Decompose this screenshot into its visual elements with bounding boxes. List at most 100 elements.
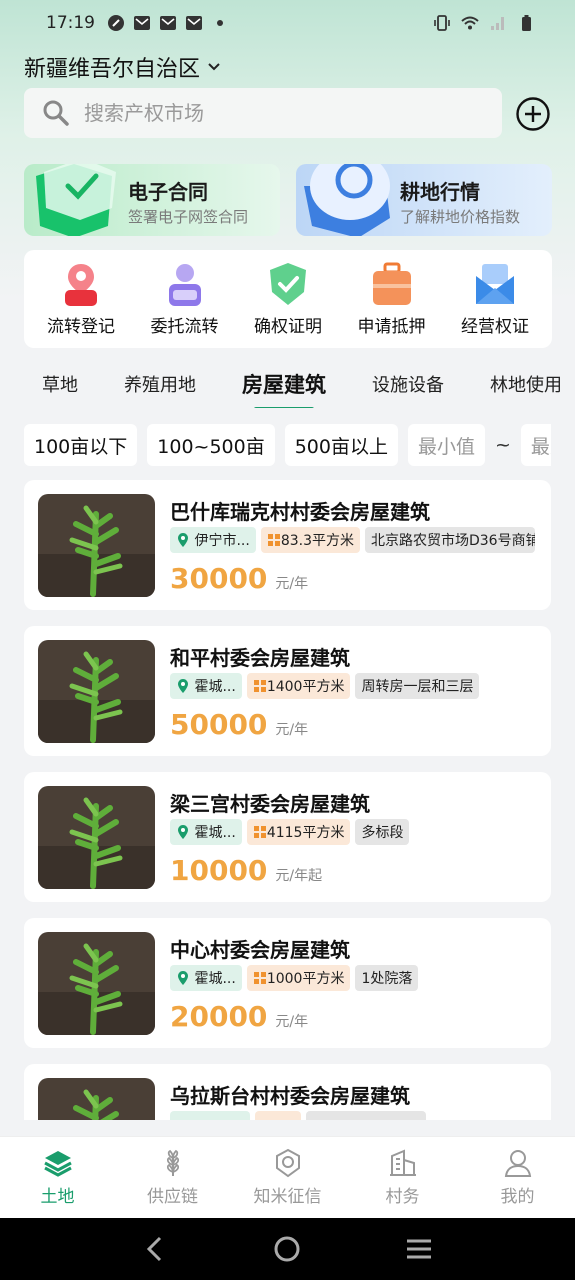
quick-entry-transfer-register[interactable]: 流转登记 [30,260,132,348]
system-navigation-bar [0,1218,575,1280]
status-bar: 17:19 [0,0,575,46]
quick-entry-bar: 流转登记 委托流转 确权证明 申请抵押 经营权证 [24,250,552,348]
back-icon[interactable] [140,1233,172,1265]
signal-icon [491,17,504,30]
search-box[interactable] [24,88,502,138]
recent-apps-icon[interactable] [403,1233,435,1265]
min-value-input[interactable]: 最小值 [407,424,485,466]
listing-list: 巴什库瑞克村村委会房屋建筑 伊宁市... 83.3平方米 北京路农贸市场D36号… [24,480,551,1120]
listing-tags: 霍城... 1000平方米 1处院落 [170,965,419,991]
mail-notification-icon [160,16,176,30]
building-icon [389,1149,416,1176]
listing-price: 30000 元/年 [170,562,308,595]
range-separator: ~ [495,434,511,456]
price-unit: 元/年 [275,576,309,592]
feature-e-contract[interactable]: 电子合同 签署电子网签合同 [24,164,280,236]
mail-notification-icon [186,16,202,30]
description-tag: 周转房一层和三层 [355,673,480,699]
tab-buildings[interactable]: 房屋建筑 [242,369,326,408]
quick-entry-mortgage[interactable]: 申请抵押 [341,260,443,348]
location-tag: 霍城... [170,673,242,699]
more-dot-icon [217,20,223,26]
location-pin-icon [65,264,97,306]
quick-entry-label: 申请抵押 [357,317,426,337]
mail-notification-icon [134,16,150,30]
chevron-down-icon [208,63,220,71]
nav-label: 我的 [500,1187,535,1207]
listing-title: 中心村委会房屋建筑 [170,938,350,962]
area-filters: 100亩以下 100~500亩 500亩以上 最小值 ~ 最大值 [24,424,551,466]
grid-icon [253,972,266,984]
listing-card[interactable]: 乌拉斯台村村委会房屋建筑 [24,1064,551,1120]
tab-breeding-land[interactable]: 养殖用地 [124,371,196,397]
area-tag [255,1111,301,1120]
filter-chip[interactable]: 500亩以上 [284,424,398,466]
location-tag: 伊宁市... [170,527,256,553]
nav-label: 供应链 [147,1187,198,1207]
location-pin-icon [178,679,188,693]
region-selector[interactable]: 新疆维吾尔自治区 [24,50,222,84]
listing-tags: 霍城... 4115平方米 多标段 [170,819,410,845]
description-tag [306,1111,426,1120]
tab-facilities[interactable]: 设施设备 [372,371,444,397]
user-icon [504,1150,531,1177]
nav-supply-chain[interactable]: 供应链 [123,1148,223,1207]
nav-credit[interactable]: 知米征信 [238,1148,338,1207]
price-value: 50000 [170,708,268,741]
listing-tags: 伊宁市... 83.3平方米 北京路农贸市场D36号商铺 [170,527,535,553]
area-tag: 4115平方米 [246,819,351,845]
wheat-icon [166,1149,179,1176]
listing-title: 乌拉斯台村村委会房屋建筑 [170,1084,410,1108]
search-input[interactable] [84,101,464,125]
quick-entry-label: 流转登记 [47,317,115,337]
bottom-navigation: 土地 供应链 知米征信 村务 我的 [0,1136,575,1218]
circle-chart-icon [304,164,390,236]
status-time: 17:19 [46,13,95,33]
nav-profile[interactable]: 我的 [468,1148,568,1207]
listing-thumbnail [38,786,155,889]
filter-chip[interactable]: 100~500亩 [147,424,275,466]
listing-card[interactable]: 梁三宫村委会房屋建筑 霍城... 4115平方米 多标段 10000 元/年起 [24,772,551,902]
grid-icon [253,680,266,692]
home-icon[interactable] [271,1233,303,1265]
max-value-input[interactable]: 最大值 [520,424,551,466]
listing-card[interactable]: 中心村委会房屋建筑 霍城... 1000平方米 1处院落 20000 元/年 [24,918,551,1048]
listing-card[interactable]: 巴什库瑞克村村委会房屋建筑 伊宁市... 83.3平方米 北京路农贸市场D36号… [24,480,551,610]
wifi-icon [461,16,479,30]
price-unit: 元/年 [275,722,309,738]
person-icon [168,264,201,306]
listing-tags [170,1111,426,1120]
area-tag: 1000平方米 [246,965,351,991]
nav-label: 知米征信 [253,1187,322,1207]
category-tabs: 草地 养殖用地 房屋建筑 设施设备 林地使用 [0,360,575,408]
location-tag: 霍城... [170,965,242,991]
nav-village-affairs[interactable]: 村务 [353,1148,453,1207]
region-label: 新疆维吾尔自治区 [24,57,201,82]
listing-thumbnail [38,494,155,597]
briefcase-icon [372,262,411,305]
description-tag: 多标段 [355,819,410,845]
tab-forest-land[interactable]: 林地使用 [490,371,562,397]
feature-title: 耕地行情 [400,180,480,204]
area-tag: 83.3平方米 [260,527,360,553]
price-unit: 元/年起 [275,868,323,884]
vibrate-icon [434,15,450,31]
listing-thumbnail [38,932,155,1035]
location-pin-icon [178,533,188,547]
listing-title: 巴什库瑞克村村委会房屋建筑 [170,500,430,524]
location-pin-icon [178,825,188,839]
quick-entry-entrust[interactable]: 委托流转 [134,260,236,348]
quick-entry-operation-license[interactable]: 经营权证 [444,260,546,348]
filter-chip[interactable]: 100亩以下 [24,424,138,466]
quick-entry-label: 经营权证 [461,317,529,337]
quick-entry-label: 委托流转 [150,317,219,337]
quick-entry-certificate[interactable]: 确权证明 [237,260,339,348]
nav-land[interactable]: 土地 [8,1148,108,1207]
tab-grassland[interactable]: 草地 [42,371,78,397]
feature-farmland-market[interactable]: 耕地行情 了解耕地价格指数 [296,164,552,236]
price-unit: 元/年 [275,1014,309,1030]
add-circle-icon[interactable] [515,96,551,132]
battery-icon [522,15,531,31]
listing-card[interactable]: 和平村委会房屋建筑 霍城... 1400平方米 周转房一层和三层 50000 元… [24,626,551,756]
grid-icon [267,534,280,546]
